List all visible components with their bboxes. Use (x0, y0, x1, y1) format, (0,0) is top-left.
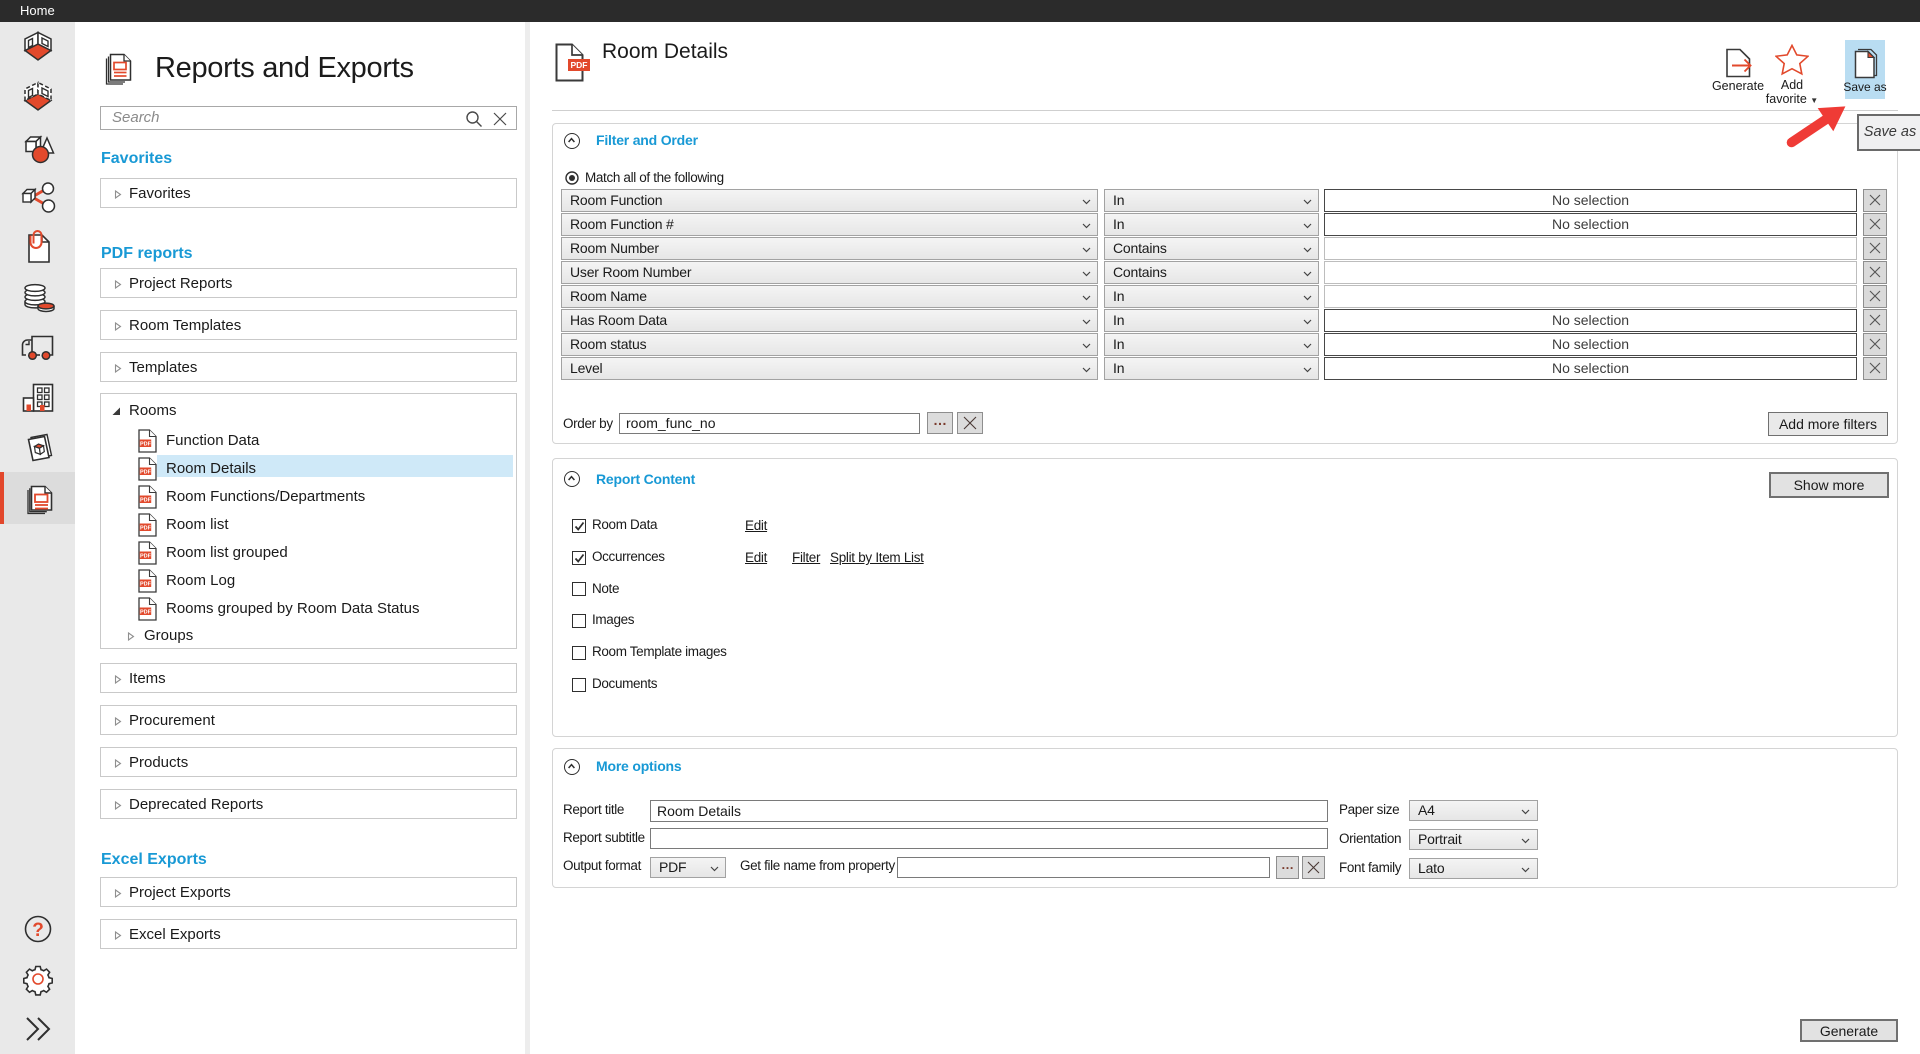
svg-text:PDF: PDF (140, 469, 152, 475)
svg-text:PDF: PDF (140, 553, 152, 559)
svg-text:?: ? (32, 920, 44, 941)
svg-text:PDF: PDF (140, 609, 152, 615)
svg-text:PDF: PDF (140, 525, 152, 531)
svg-text:PDF: PDF (140, 497, 152, 503)
svg-text:PDF: PDF (140, 441, 152, 447)
svg-text:PDF: PDF (571, 60, 588, 70)
svg-text:PDF: PDF (140, 581, 152, 587)
